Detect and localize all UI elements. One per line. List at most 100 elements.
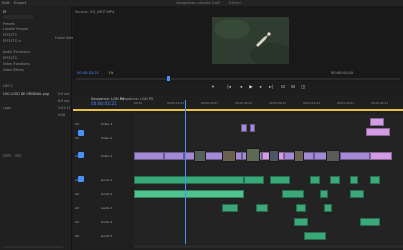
audio-clip[interactable] — [244, 176, 264, 184]
track-label: A2 — [75, 192, 79, 196]
track-label: A3 — [75, 206, 79, 210]
transport-controls: ▾ |◂ ◂ ▶ ▸ ▸| ⊡ ⊟ ◫ — [200, 85, 310, 92]
video-preview — [212, 17, 294, 67]
track-target-icon[interactable] — [78, 130, 84, 136]
audio-clip[interactable] — [282, 190, 304, 198]
track-label: V2 — [75, 136, 79, 140]
clip-thumbnail — [194, 150, 206, 162]
audio-clip[interactable] — [324, 204, 332, 212]
work-area-bar[interactable] — [73, 109, 403, 111]
timeline-playhead[interactable] — [185, 100, 187, 244]
export-frame-icon[interactable]: ◫ — [300, 85, 306, 90]
track-label: A4 — [75, 220, 79, 224]
step-back-icon[interactable]: ◂ — [238, 85, 244, 90]
list-value: 5:0 sec — [58, 92, 70, 96]
panel-scrollbar[interactable] — [3, 246, 63, 248]
video-clip[interactable] — [340, 152, 370, 160]
zoom-fit-select[interactable]: Fit — [109, 71, 113, 75]
panel-control[interactable] — [3, 154, 11, 157]
overwrite-icon[interactable]: ⊟ — [290, 85, 296, 90]
list-item[interactable]: Lumetri Presets — [3, 27, 28, 31]
audio-clip[interactable] — [350, 176, 358, 184]
clip-thumbnail — [294, 150, 304, 162]
track-name: Audio 5 — [101, 234, 113, 238]
list-value: 6:0 sec — [58, 99, 70, 103]
audio-clip[interactable] — [222, 204, 238, 212]
time-ruler[interactable]: 00:00 00:00:14:23 00:00:29:23 00:00:44:2… — [134, 101, 403, 109]
ruler-label: 00:00 — [134, 101, 143, 105]
track-target-icon[interactable] — [78, 152, 84, 158]
track-headers: V3 Video 3 V2 Video 2 V1 Video 1 A1 Audi… — [73, 114, 133, 244]
track-name: Video 3 — [101, 122, 113, 126]
audio-clip[interactable] — [320, 190, 328, 198]
timeline-scrollbar[interactable] — [134, 245, 403, 248]
list-value: 1:01:11 — [58, 106, 71, 110]
panel-control[interactable] — [15, 154, 21, 157]
audio-clip[interactable] — [360, 218, 380, 226]
audio-clip[interactable] — [304, 232, 326, 240]
track-area[interactable] — [134, 114, 403, 244]
play-icon[interactable]: ▶ — [248, 85, 254, 90]
list-item[interactable]: Video Transitions — [3, 62, 30, 66]
panel-search-input[interactable] — [3, 15, 33, 19]
list-item[interactable]: EFFECTS in — [3, 39, 21, 43]
list-value: 0:08 — [58, 113, 66, 117]
list-item[interactable]: Presets — [3, 22, 15, 26]
timecode-right: 00:00:41:04 — [331, 71, 353, 75]
video-clip[interactable] — [366, 128, 390, 136]
audio-clip[interactable] — [296, 204, 306, 212]
audio-clip[interactable] — [256, 204, 268, 212]
monitor-playhead[interactable] — [166, 76, 170, 81]
ruler-label: 00:01:14:22 — [303, 101, 321, 105]
list-item[interactable]: Logo — [3, 106, 11, 110]
video-clip[interactable] — [164, 152, 184, 160]
ruler-label: 00:01:44:21 — [371, 101, 389, 105]
list-item[interactable]: EFFECTS — [3, 56, 17, 60]
step-forward-icon[interactable]: ▸ — [258, 85, 264, 90]
list-item[interactable]: Audio Transitions — [3, 50, 30, 54]
clip-thumbnail — [269, 150, 279, 162]
ruler-label: 00:00:14:23 — [167, 101, 185, 105]
audio-clip[interactable] — [134, 190, 244, 198]
mark-in-icon[interactable]: ▾ — [210, 85, 216, 90]
list-item[interactable]: EFFECTS — [3, 33, 17, 37]
video-clip[interactable] — [250, 124, 255, 132]
list-item[interactable]: LDG 1 — [3, 84, 13, 88]
track-name: Audio 2 — [101, 192, 113, 196]
track-name: Video 1 — [101, 154, 113, 158]
audio-clip[interactable] — [370, 176, 380, 184]
track-name: Audio 3 — [101, 206, 113, 210]
audio-clip[interactable] — [350, 190, 364, 198]
audio-clip[interactable] — [134, 176, 244, 184]
list-item[interactable]: Video Effects — [3, 68, 24, 72]
ruler-label: 00:00:44:22 — [235, 101, 253, 105]
track-target-icon[interactable] — [78, 176, 84, 182]
ruler-label: 00:00:59:22 — [269, 101, 287, 105]
clip-thumbnail — [222, 150, 236, 162]
video-clip[interactable] — [241, 124, 247, 132]
effects-panel: Ef Presets Lumetri Presets EFFECTS EFFEC… — [0, 6, 74, 250]
audio-clip[interactable] — [330, 176, 340, 184]
ruler-label: 00:00:29:23 — [201, 101, 219, 105]
panel-tab[interactable]: Ef — [3, 10, 6, 14]
clip-thumbnail — [246, 148, 260, 162]
frame-rate-header: Frame Rate — [55, 36, 74, 40]
video-clip[interactable] — [370, 152, 392, 160]
track-label: A5 — [75, 234, 79, 238]
video-clip[interactable] — [134, 152, 164, 160]
source-label: Source: GG_IMGT.MP4 — [75, 10, 115, 14]
timecode-left[interactable]: 00:00:03:21 — [77, 71, 99, 75]
monitor-scrubber[interactable] — [76, 78, 400, 80]
insert-icon[interactable]: ⊡ — [280, 85, 286, 90]
track-name: Video 2 — [101, 136, 113, 140]
ruler-label: 00:01:29:21 — [337, 101, 355, 105]
timeline-timecode[interactable]: 00:00:03:21 — [91, 101, 117, 106]
audio-clip[interactable] — [310, 176, 320, 184]
clip-thumbnail — [326, 150, 340, 162]
go-to-out-icon[interactable]: ▸| — [268, 85, 274, 90]
audio-clip[interactable] — [294, 218, 308, 226]
list-item[interactable]: LOG LOGO DE ORIGINAL.png — [3, 92, 49, 96]
video-clip[interactable] — [370, 118, 384, 126]
go-to-in-icon[interactable]: |◂ — [226, 85, 232, 90]
audio-clip[interactable] — [270, 176, 290, 184]
